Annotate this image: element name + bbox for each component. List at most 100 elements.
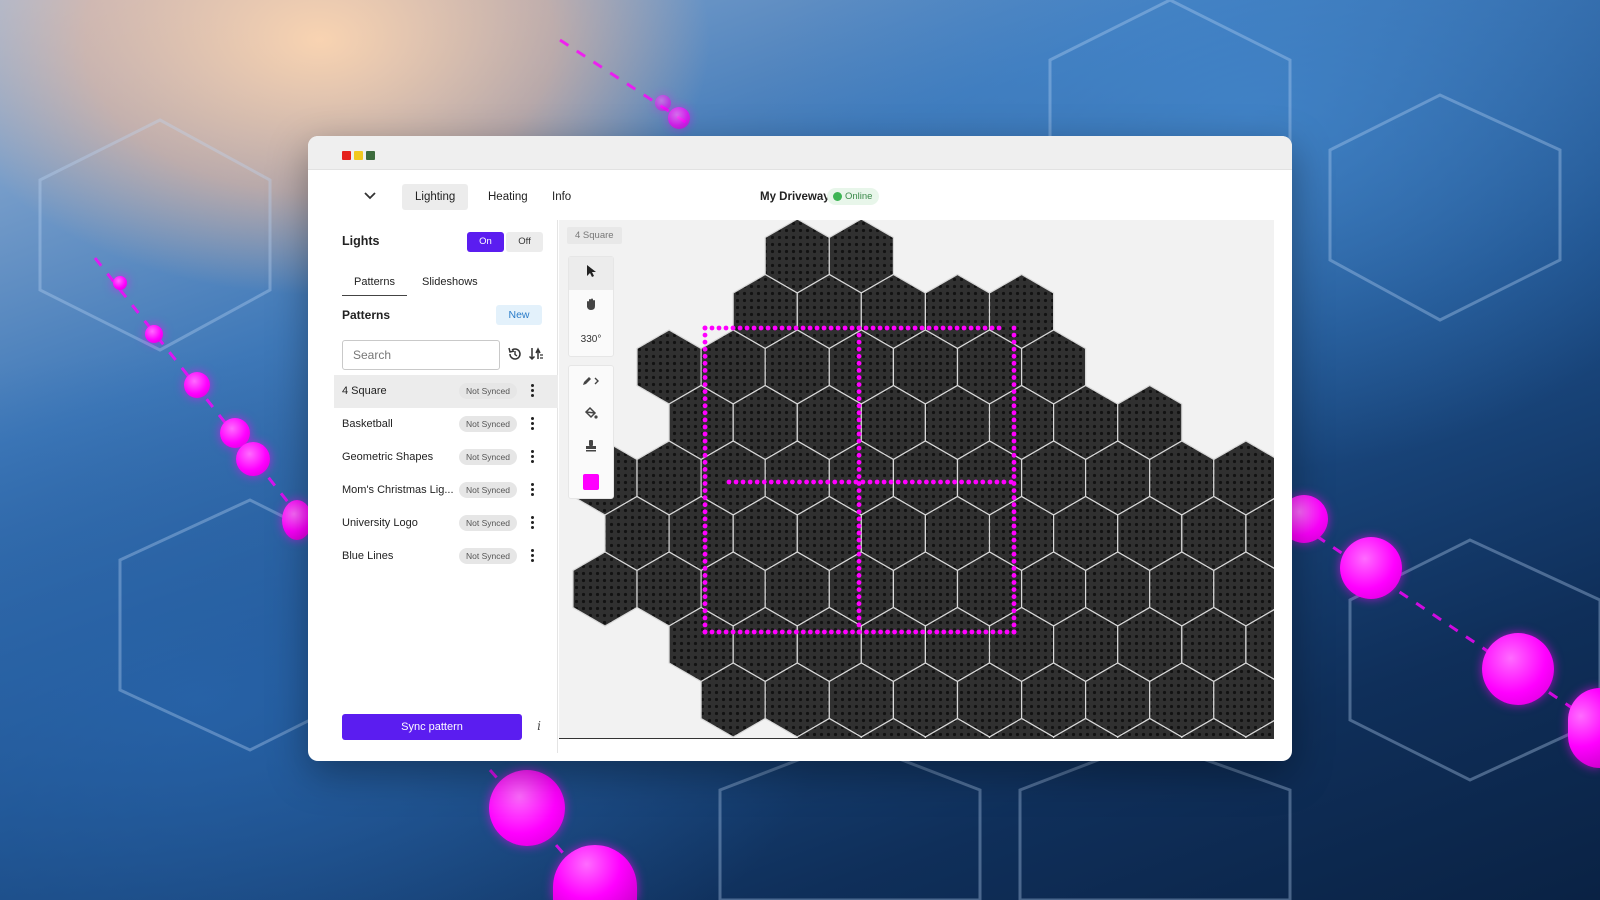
more-options-icon[interactable]	[527, 547, 537, 565]
color-picker[interactable]	[569, 465, 613, 498]
lit-led	[702, 438, 708, 444]
stamp-tool[interactable]	[569, 432, 613, 465]
close-window-button[interactable]	[342, 151, 351, 160]
lit-led	[927, 629, 933, 635]
lit-led	[768, 479, 774, 485]
lit-led	[1011, 558, 1017, 564]
lit-led	[856, 382, 862, 387]
new-pattern-button[interactable]: New	[496, 305, 542, 325]
lit-led	[856, 396, 862, 402]
minimize-window-button[interactable]	[354, 151, 363, 160]
more-options-icon[interactable]	[527, 415, 537, 433]
pattern-row[interactable]: University Logo Not Synced	[334, 507, 558, 540]
lit-led	[702, 558, 708, 564]
lit-led	[931, 479, 936, 485]
tab-heating[interactable]: Heating	[475, 184, 541, 210]
history-icon[interactable]	[506, 345, 524, 363]
pattern-row[interactable]: 4 Square Not Synced	[334, 375, 558, 408]
lit-led	[772, 629, 778, 635]
lit-led	[856, 410, 862, 416]
lit-led	[702, 587, 708, 592]
lights-on-button[interactable]: On	[467, 232, 504, 252]
sync-status-badge: Not Synced	[459, 515, 517, 531]
lit-led	[723, 325, 729, 331]
lit-led	[702, 509, 708, 515]
lit-led	[747, 479, 753, 485]
paint-toolbox	[568, 365, 614, 499]
tab-info[interactable]: Info	[539, 184, 584, 210]
more-options-icon[interactable]	[527, 382, 537, 400]
lit-led	[1011, 459, 1017, 465]
sync-status-badge: Not Synced	[459, 383, 517, 399]
lit-led	[1011, 424, 1017, 430]
lit-led	[822, 629, 827, 635]
more-options-icon[interactable]	[527, 448, 537, 466]
lit-led	[934, 629, 940, 635]
rotation-control[interactable]: 330°	[569, 323, 613, 356]
lit-led	[1011, 516, 1017, 522]
lit-led	[1011, 580, 1017, 585]
lit-led	[902, 479, 908, 485]
lights-off-button[interactable]: Off	[506, 232, 543, 252]
pattern-name: Geometric Shapes	[342, 451, 434, 463]
lit-led	[917, 479, 922, 485]
pattern-row[interactable]: Blue Lines Not Synced	[334, 540, 558, 573]
lit-led	[740, 479, 746, 485]
lit-led	[853, 479, 859, 485]
lit-led	[856, 495, 862, 501]
lit-led	[871, 629, 876, 635]
pattern-row[interactable]: Basketball Not Synced	[334, 408, 558, 441]
chevron-down-icon[interactable]	[364, 188, 376, 203]
lit-led	[702, 502, 708, 508]
lit-led	[702, 530, 708, 536]
lit-led	[1001, 479, 1007, 485]
lit-led	[1011, 438, 1017, 444]
maximize-window-button[interactable]	[366, 151, 375, 160]
lit-led	[975, 325, 981, 331]
lit-led	[941, 629, 947, 635]
sync-pattern-button[interactable]: Sync pattern	[342, 714, 522, 740]
pattern-row[interactable]: Geometric Shapes Not Synced	[334, 441, 558, 474]
lit-led	[913, 629, 919, 635]
lit-led	[702, 325, 708, 331]
lit-led	[807, 325, 813, 331]
lit-led	[1011, 502, 1017, 508]
pan-tool[interactable]	[569, 290, 613, 323]
pencil-tool[interactable]	[569, 366, 613, 399]
fill-tool[interactable]	[569, 399, 613, 432]
lit-led	[825, 479, 831, 485]
sidebar: Lights On Off Patterns Slideshows Patter…	[334, 220, 558, 753]
pattern-canvas[interactable]: 4 Square 330°	[559, 220, 1274, 739]
sync-status-badge: Not Synced	[459, 416, 517, 432]
sort-icon[interactable]	[527, 345, 545, 363]
lit-led	[702, 375, 708, 380]
lit-led	[790, 479, 795, 485]
select-tool[interactable]	[569, 257, 613, 290]
pattern-row[interactable]: Mom's Christmas Lig... Not Synced	[334, 474, 558, 507]
lit-led	[1011, 445, 1017, 451]
lit-led	[856, 346, 862, 352]
lit-led	[702, 629, 708, 635]
more-options-icon[interactable]	[527, 481, 537, 499]
search-input[interactable]	[342, 340, 500, 370]
lit-led	[726, 479, 732, 485]
lit-led	[702, 467, 708, 472]
more-options-icon[interactable]	[527, 514, 537, 532]
pattern-name: Basketball	[342, 418, 393, 430]
lit-led	[709, 629, 715, 635]
site-name: My Driveway	[760, 191, 830, 203]
lit-led	[716, 629, 722, 635]
lit-led	[783, 479, 788, 485]
tab-lighting[interactable]: Lighting	[402, 184, 469, 210]
lit-led	[1011, 325, 1017, 331]
lit-led	[702, 459, 708, 465]
pointer-icon	[585, 264, 597, 283]
lit-led	[966, 479, 972, 485]
lit-led	[702, 594, 708, 600]
lit-led	[856, 615, 862, 621]
info-icon[interactable]: i	[534, 719, 544, 735]
subtab-patterns[interactable]: Patterns	[342, 270, 407, 296]
hex-tile-grid[interactable]	[559, 220, 1274, 739]
lit-led	[1011, 431, 1017, 437]
subtab-slideshows[interactable]: Slideshows	[410, 270, 490, 296]
